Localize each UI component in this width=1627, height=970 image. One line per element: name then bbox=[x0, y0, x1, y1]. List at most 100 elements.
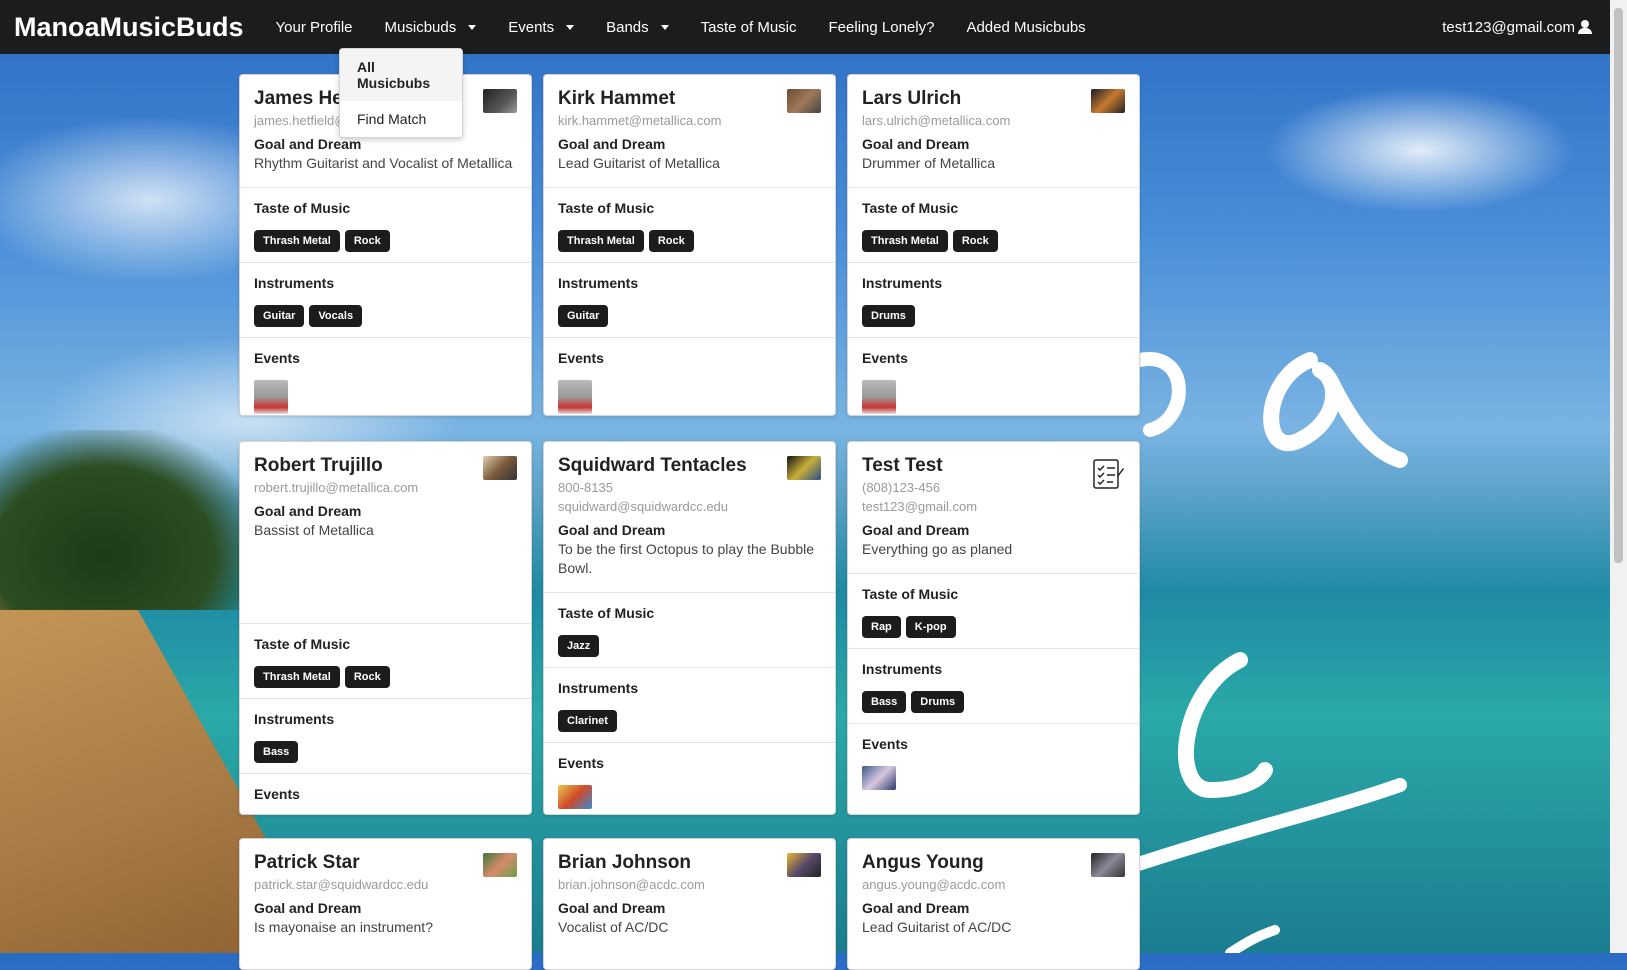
profile-email: squidward@squidwardcc.edu bbox=[558, 499, 729, 514]
events-label: Events bbox=[862, 736, 908, 752]
nav-label: Musicbuds bbox=[384, 18, 457, 36]
user-menu[interactable]: test123@gmail.com bbox=[1442, 19, 1610, 36]
profile-name: Squidward Tentacles bbox=[558, 455, 747, 476]
goal-text: Lead Guitarist of AC/DC bbox=[862, 919, 1012, 935]
avatar bbox=[787, 89, 821, 113]
profile-card: Robert Trujillo robert.trujillo@metallic… bbox=[239, 441, 532, 815]
nav-bands-dropdown[interactable]: Bands bbox=[590, 0, 685, 54]
goal-text: Is mayonaise an instrument? bbox=[254, 919, 433, 935]
nav-taste-of-music[interactable]: Taste of Music bbox=[685, 0, 813, 54]
event-image[interactable] bbox=[558, 380, 592, 414]
avatar bbox=[483, 853, 517, 877]
taste-tag: Rock bbox=[344, 230, 390, 252]
goal-label: Goal and Dream bbox=[558, 136, 666, 152]
caret-down-icon bbox=[468, 24, 477, 30]
events-label: Events bbox=[558, 350, 604, 366]
instrument-tag: Drums bbox=[862, 305, 915, 327]
profile-name: Robert Trujillo bbox=[254, 455, 383, 476]
profile-email: brian.johnson@acdc.com bbox=[558, 877, 705, 892]
event-image[interactable] bbox=[254, 380, 288, 414]
avatar bbox=[787, 853, 821, 877]
page-scrollbar[interactable] bbox=[1610, 0, 1627, 953]
nav-label: Taste of Music bbox=[700, 18, 797, 36]
taste-tag: Rock bbox=[344, 666, 390, 688]
caret-down-icon bbox=[660, 24, 669, 30]
profile-name: Patrick Star bbox=[254, 852, 360, 873]
profile-name: Kirk Hammet bbox=[558, 88, 676, 109]
profile-phone: (808)123-456 bbox=[862, 480, 941, 495]
nav-label: Your Profile bbox=[275, 18, 353, 36]
taste-label: Taste of Music bbox=[254, 200, 351, 216]
instrument-tag: Guitar bbox=[254, 305, 305, 327]
profile-card: Test Test (808)123-456 test123@gmail.com… bbox=[847, 441, 1140, 815]
dropdown-item-all-musicbubs[interactable]: All Musicbubs bbox=[340, 49, 462, 101]
goal-text: Vocalist of AC/DC bbox=[558, 919, 669, 935]
profile-card: Lars Ulrich lars.ulrich@metallica.com Go… bbox=[847, 74, 1140, 416]
nav-musicbuds-dropdown[interactable]: Musicbuds bbox=[369, 0, 493, 54]
taste-tag: Rap bbox=[862, 616, 901, 638]
profile-name: Test Test bbox=[862, 455, 943, 476]
profile-email: patrick.star@squidwardcc.edu bbox=[254, 877, 429, 892]
avatar bbox=[1091, 89, 1125, 113]
dropdown-item-find-match[interactable]: Find Match bbox=[340, 101, 462, 137]
event-image[interactable] bbox=[558, 785, 592, 809]
goal-text: Drummer of Metallica bbox=[862, 155, 996, 171]
instruments-label: Instruments bbox=[862, 661, 943, 677]
taste-label: Taste of Music bbox=[862, 586, 959, 602]
profile-email: lars.ulrich@metallica.com bbox=[862, 113, 1011, 128]
instrument-tag: Drums bbox=[911, 691, 965, 713]
nav-your-profile[interactable]: Your Profile bbox=[260, 0, 369, 54]
goal-text: To be the first Octopus to play the Bubb… bbox=[558, 541, 815, 576]
checklist-icon bbox=[1093, 459, 1124, 489]
instrument-tag: Bass bbox=[254, 741, 299, 763]
taste-label: Taste of Music bbox=[254, 636, 351, 652]
events-label: Events bbox=[558, 755, 604, 771]
goal-text: Lead Guitarist of Metallica bbox=[558, 155, 720, 171]
profile-name: Lars Ulrich bbox=[862, 88, 962, 109]
nav-feeling-lonely[interactable]: Feeling Lonely? bbox=[813, 0, 951, 54]
goal-text: Everything go as planed bbox=[862, 541, 1013, 557]
goal-text: Bassist of Metallica bbox=[254, 522, 374, 538]
profile-card: Angus Young angus.young@acdc.com Goal an… bbox=[847, 838, 1140, 970]
profile-name: Brian Johnson bbox=[558, 852, 692, 873]
scrollbar-thumb[interactable] bbox=[1614, 8, 1623, 563]
musicbuds-dropdown-menu: All Musicbubs Find Match bbox=[339, 48, 463, 138]
nav-events-dropdown[interactable]: Events bbox=[492, 0, 590, 54]
goal-label: Goal and Dream bbox=[862, 522, 970, 538]
taste-label: Taste of Music bbox=[862, 200, 959, 216]
nav-label: Bands bbox=[606, 18, 649, 36]
profile-email: robert.trujillo@metallica.com bbox=[254, 480, 419, 495]
profile-card: Squidward Tentacles 800-8135 squidward@s… bbox=[543, 441, 836, 815]
event-image[interactable] bbox=[862, 380, 896, 414]
instrument-tag: Guitar bbox=[558, 305, 609, 327]
goal-label: Goal and Dream bbox=[862, 136, 970, 152]
avatar bbox=[483, 456, 517, 480]
profile-email: angus.young@acdc.com bbox=[862, 877, 1006, 892]
goal-label: Goal and Dream bbox=[254, 900, 362, 916]
background-palm-trees bbox=[0, 430, 260, 610]
instrument-tag: Vocals bbox=[309, 305, 363, 327]
profile-card: Brian Johnson brian.johnson@acdc.com Goa… bbox=[543, 838, 836, 970]
event-image[interactable] bbox=[862, 766, 896, 790]
instruments-label: Instruments bbox=[254, 711, 335, 727]
profile-email: test123@gmail.com bbox=[862, 499, 978, 514]
profile-card: Patrick Star patrick.star@squidwardcc.ed… bbox=[239, 838, 532, 970]
goal-label: Goal and Dream bbox=[254, 503, 362, 519]
taste-tag: Thrash Metal bbox=[862, 230, 948, 252]
taste-label: Taste of Music bbox=[558, 605, 655, 621]
profile-card: Kirk Hammet kirk.hammet@metallica.com Go… bbox=[543, 74, 836, 416]
events-label: Events bbox=[254, 350, 300, 366]
taste-tag: K-pop bbox=[905, 616, 956, 638]
taste-tag: Thrash Metal bbox=[254, 666, 340, 688]
user-email: test123@gmail.com bbox=[1442, 18, 1575, 36]
instruments-label: Instruments bbox=[254, 275, 335, 291]
caret-down-icon bbox=[566, 24, 575, 30]
brand-logo[interactable]: ManoaMusicBuds bbox=[14, 12, 244, 43]
taste-tag: Thrash Metal bbox=[558, 230, 644, 252]
taste-tag: Rock bbox=[952, 230, 998, 252]
taste-tag: Rock bbox=[648, 230, 694, 252]
instruments-label: Instruments bbox=[558, 275, 639, 291]
avatar bbox=[787, 456, 821, 480]
nav-added-musicbubs[interactable]: Added Musicbubs bbox=[950, 0, 1101, 54]
instrument-tag: Clarinet bbox=[558, 710, 617, 732]
